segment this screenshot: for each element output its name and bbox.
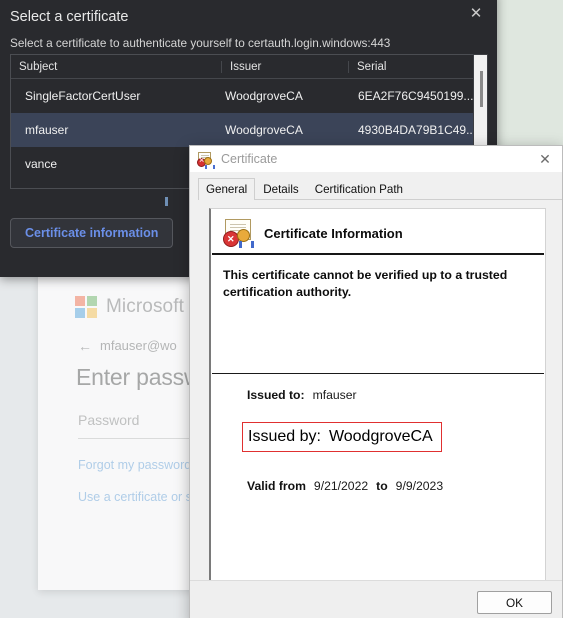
issued-to-value: mfauser bbox=[312, 388, 357, 403]
microsoft-logo-icon bbox=[75, 296, 97, 318]
valid-from-label: Valid from bbox=[247, 479, 306, 494]
forgot-password-link[interactable]: Forgot my password bbox=[78, 458, 191, 472]
certificate-icon bbox=[197, 151, 215, 169]
issued-by-value: WoodgroveCA bbox=[328, 428, 433, 446]
column-header-subject[interactable]: Subject bbox=[11, 61, 221, 73]
certificate-dialog-footer: OK bbox=[190, 580, 562, 618]
cell-serial: 4930B4DA79B1C49... bbox=[358, 123, 477, 137]
tab-details[interactable]: Details bbox=[255, 178, 306, 199]
valid-from-value: 9/21/2022 bbox=[313, 479, 369, 494]
account-email: mfauser@wo bbox=[100, 338, 177, 353]
use-certificate-link[interactable]: Use a certificate or s bbox=[78, 490, 192, 504]
text-caret bbox=[165, 197, 168, 206]
certificate-dialog: Certificate ✕ General Details Certificat… bbox=[189, 145, 563, 618]
dialog-subtitle: Select a certificate to authenticate you… bbox=[10, 36, 391, 50]
account-back-row[interactable]: ← mfauser@wo bbox=[78, 338, 177, 353]
issued-to-label: Issued to: bbox=[247, 388, 305, 403]
cell-subject: SingleFactorCertUser bbox=[25, 89, 141, 103]
close-icon[interactable]: ✕ bbox=[463, 2, 489, 24]
cell-issuer: WoodgroveCA bbox=[225, 123, 303, 137]
validity-row: Valid from 9/21/2022 to 9/9/2023 bbox=[247, 479, 545, 493]
certificate-error-icon bbox=[223, 219, 254, 248]
cell-issuer: WoodgroveCA bbox=[225, 89, 303, 103]
certificate-facts: Issued to: mfauser Issued by: WoodgroveC… bbox=[211, 374, 545, 493]
issued-to-row: Issued to: mfauser bbox=[247, 388, 545, 402]
tab-certification-path[interactable]: Certification Path bbox=[307, 178, 411, 199]
certificate-information-button[interactable]: Certificate information bbox=[10, 218, 174, 248]
back-arrow-icon[interactable]: ← bbox=[78, 339, 92, 353]
certificate-general-panel: Certificate Information This certificate… bbox=[209, 208, 546, 618]
page-title: Enter passw bbox=[76, 364, 201, 390]
close-icon[interactable]: ✕ bbox=[528, 146, 562, 172]
issued-by-label: Issued by: bbox=[248, 428, 321, 446]
dialog-title: Select a certificate bbox=[10, 9, 129, 25]
tab-general[interactable]: General bbox=[198, 178, 256, 200]
table-row-selected[interactable]: mfauser WoodgroveCA 4930B4DA79B1C49... bbox=[11, 113, 486, 147]
column-header-serial[interactable]: Serial bbox=[348, 60, 486, 73]
certificate-dialog-tabs: General Details Certification Path bbox=[198, 178, 562, 200]
column-header-issuer[interactable]: Issuer bbox=[221, 60, 348, 73]
screen-root: Microsoft ← mfauser@wo Enter passw Passw… bbox=[0, 0, 563, 618]
cell-subject: mfauser bbox=[25, 123, 69, 137]
certificate-dialog-title: Certificate bbox=[221, 152, 278, 166]
certificate-dialog-titlebar[interactable]: Certificate ✕ bbox=[190, 146, 562, 172]
valid-to-value: 9/9/2023 bbox=[395, 479, 444, 494]
valid-to-label: to bbox=[376, 479, 388, 494]
cell-serial: 6EA2F76C9450199... bbox=[358, 89, 474, 103]
ok-button[interactable]: OK bbox=[477, 591, 552, 614]
microsoft-wordmark: Microsoft bbox=[106, 296, 184, 317]
panel-spacer bbox=[211, 300, 545, 373]
table-header-row: Subject Issuer Serial bbox=[11, 55, 486, 79]
table-row[interactable]: SingleFactorCertUser WoodgroveCA 6EA2F76… bbox=[11, 79, 486, 113]
certificate-warning-text: This certificate cannot be verified up t… bbox=[223, 268, 508, 299]
certificate-information-title: Certificate Information bbox=[264, 225, 403, 241]
issued-by-highlight: Issued by: WoodgroveCA bbox=[242, 422, 442, 453]
issued-by-row-wrap: Issued by: WoodgroveCA bbox=[211, 422, 545, 453]
microsoft-brand: Microsoft bbox=[75, 296, 184, 318]
certificate-information-header: Certificate Information bbox=[223, 219, 533, 253]
scrollbar-thumb[interactable] bbox=[480, 71, 483, 107]
